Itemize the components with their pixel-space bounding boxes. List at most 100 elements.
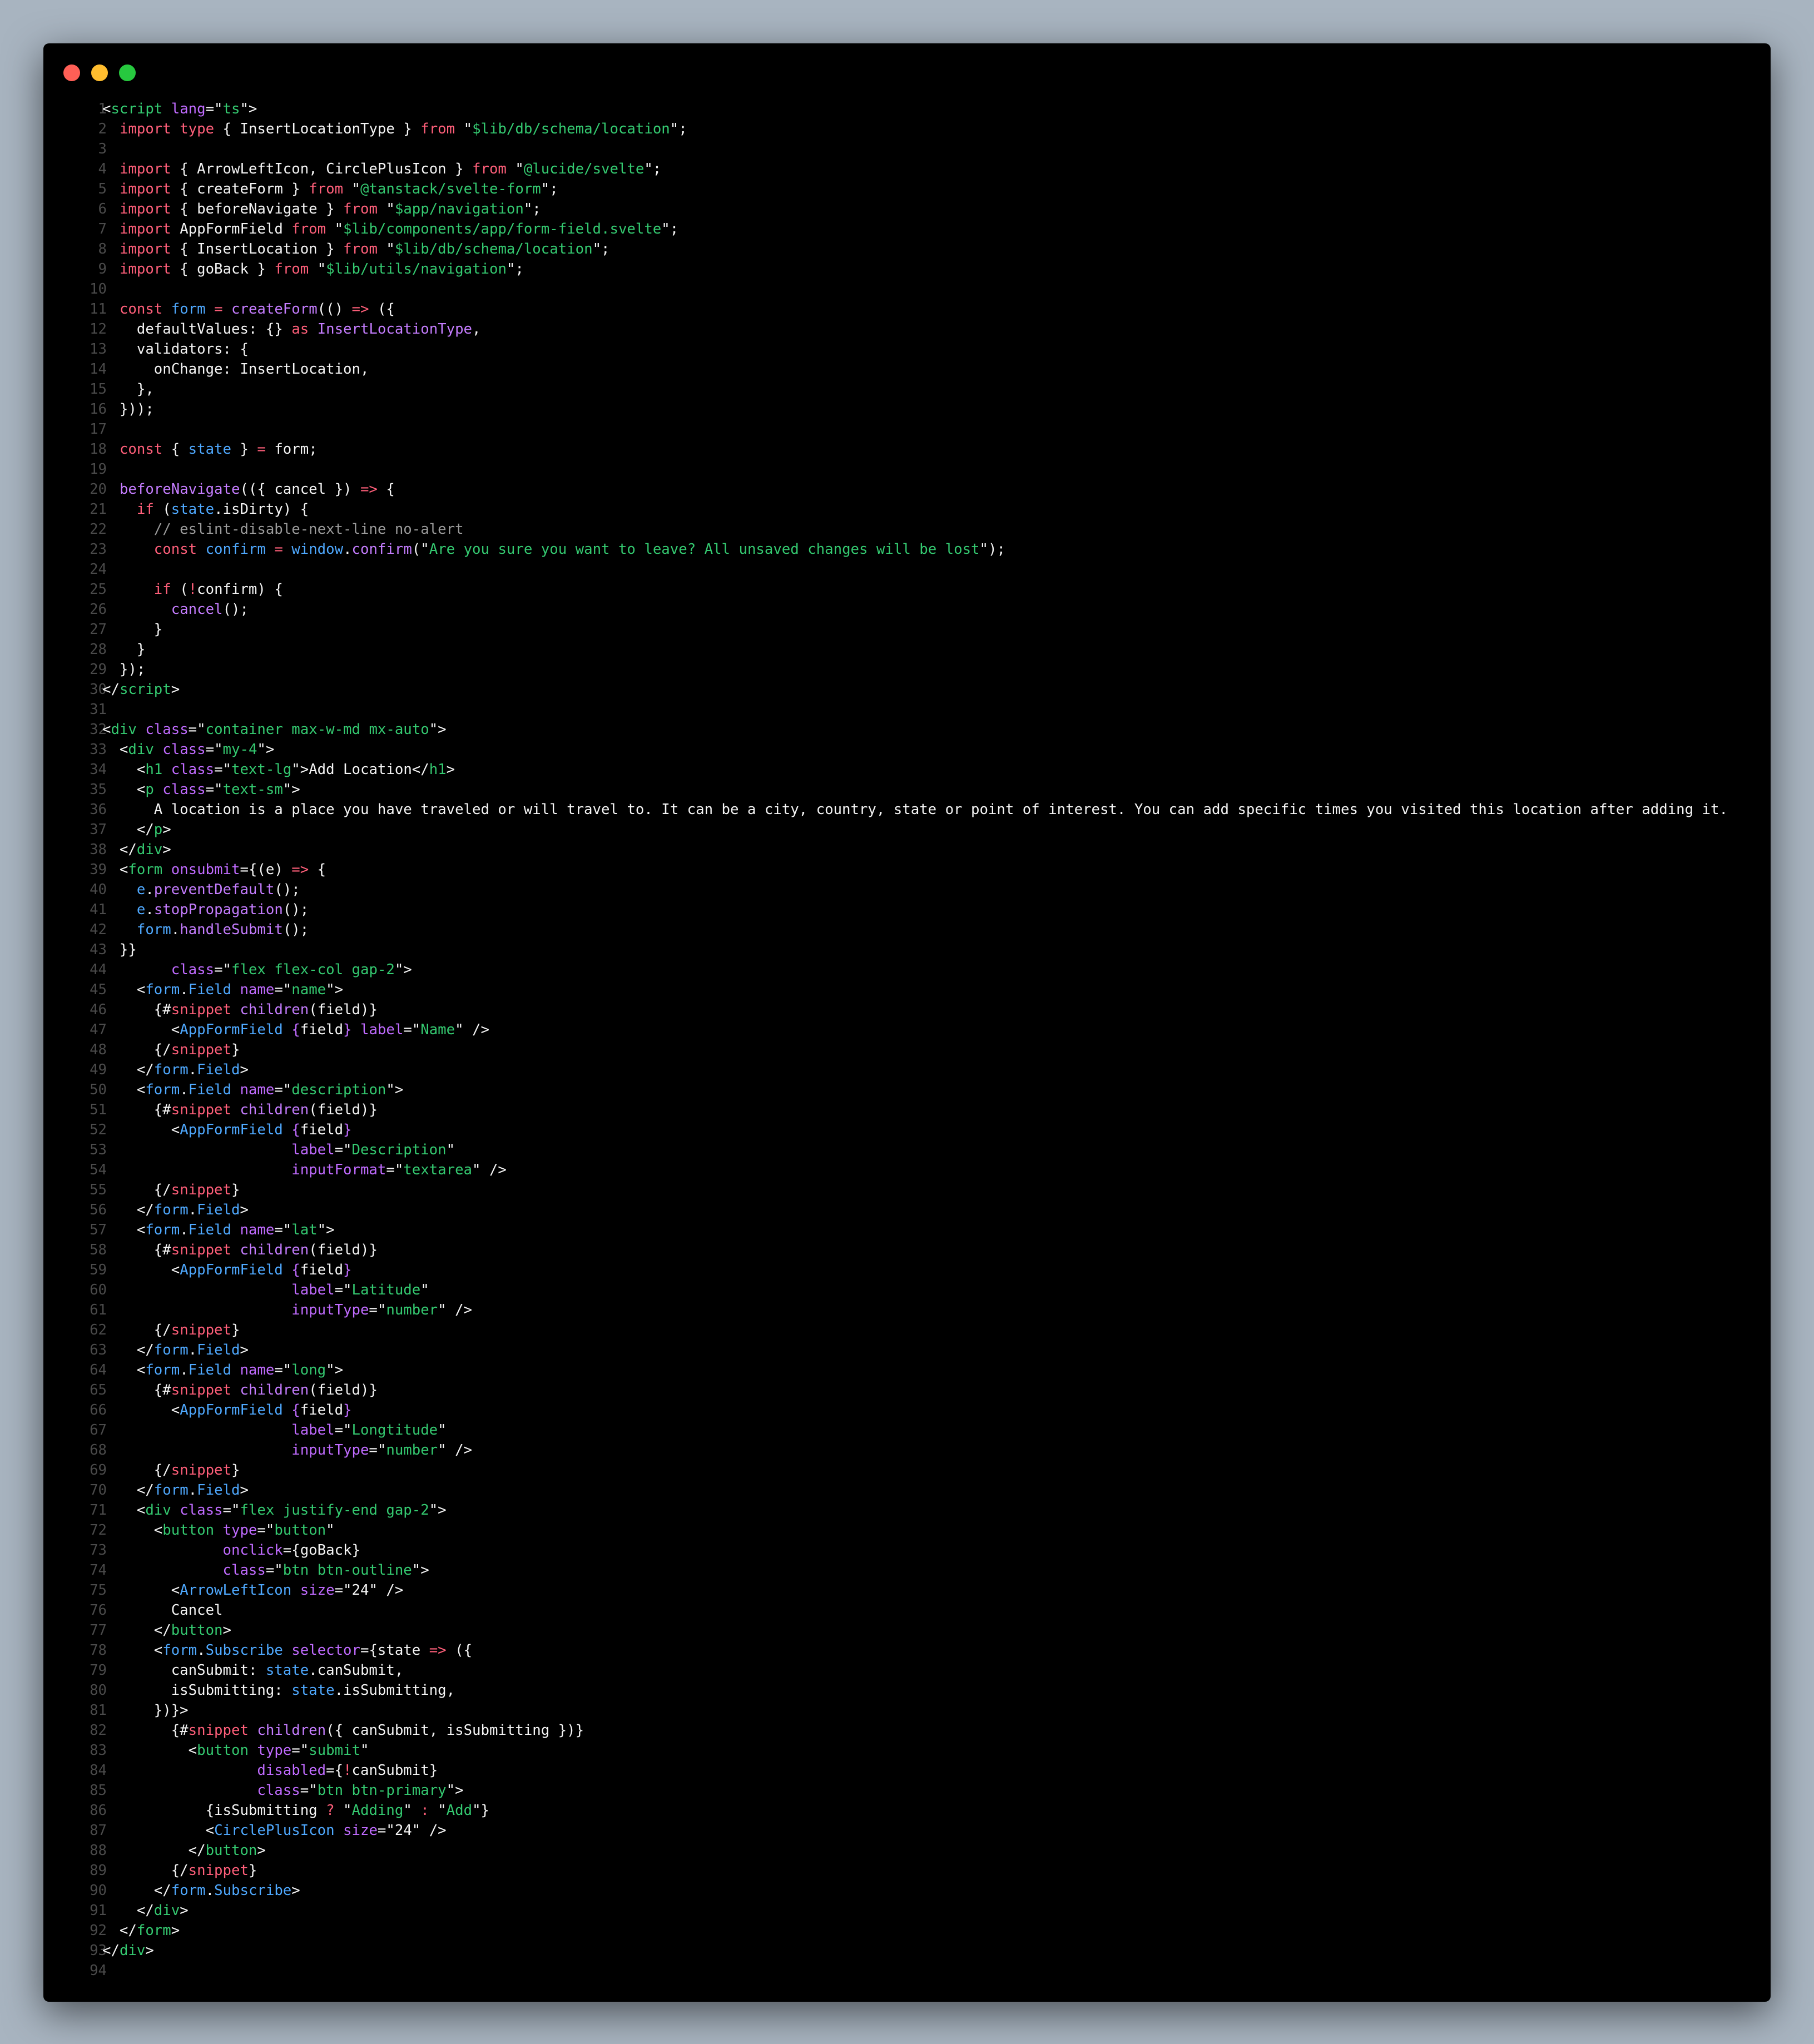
code-token: =": [291, 1742, 309, 1759]
code-token: >: [240, 1061, 249, 1078]
code-token: </: [102, 1482, 154, 1499]
code-token: =": [274, 1081, 292, 1098]
code-token: <: [102, 101, 111, 117]
code-line: 73 onclick={goBack}: [43, 1540, 1771, 1560]
code-token: ": [446, 1142, 455, 1158]
code-line: 60 label="Latitude": [43, 1280, 1771, 1300]
code-token: disabled: [257, 1762, 326, 1779]
code-text: inputType="number" />: [102, 1300, 472, 1320]
line-number: 48: [90, 1041, 107, 1058]
code-token: state: [265, 1662, 309, 1679]
code-token: {#: [102, 1242, 171, 1258]
line-number: 59: [90, 1262, 107, 1278]
code-token: from: [343, 241, 378, 257]
code-token: canSubmit:: [102, 1662, 266, 1679]
line-number: 8: [98, 241, 107, 257]
code-token: },: [102, 381, 154, 398]
code-token: ": [403, 1802, 421, 1819]
code-token: ": [343, 181, 360, 197]
line-number: 89: [90, 1862, 107, 1879]
code-token: $lib/db/schema/location: [472, 121, 670, 137]
code-text: </form.Field>: [102, 1480, 249, 1500]
code-token: isSubmitting:: [102, 1682, 292, 1699]
code-token: btn btn-primary: [317, 1782, 447, 1799]
code-token: .: [188, 1202, 197, 1218]
code-line: 51 {#snippet children(field)}: [43, 1100, 1771, 1120]
code-token: !: [343, 1762, 352, 1779]
code-token: <: [102, 1081, 146, 1098]
code-token: =": [334, 1422, 352, 1438]
code-token: </: [102, 821, 154, 838]
code-token: ">: [282, 781, 300, 798]
code-token: ">: [326, 981, 344, 998]
code-token: confirm) {: [197, 581, 283, 598]
code-token: }: [231, 441, 257, 458]
line-number: 47: [90, 1021, 107, 1038]
code-token: AppFormField: [180, 1262, 283, 1278]
code-text: </div>: [102, 840, 171, 860]
code-token: submit: [309, 1742, 360, 1759]
code-token: inputType: [291, 1302, 369, 1318]
line-number: 63: [90, 1342, 107, 1358]
code-token: ,: [472, 321, 481, 338]
code-token: <: [102, 861, 128, 878]
code-token: createForm: [231, 301, 318, 317]
code-token: children: [240, 1242, 309, 1258]
line-number: 54: [90, 1162, 107, 1178]
code-text: <form.Field name="name">: [102, 980, 343, 1000]
code-token: Description: [351, 1142, 447, 1158]
code-token: import: [119, 121, 171, 137]
line-number: 30: [90, 681, 107, 698]
code-line: 72 <button type="button": [43, 1520, 1771, 1540]
line-number: 82: [90, 1722, 107, 1739]
code-line: 63 </form.Field>: [43, 1340, 1771, 1360]
code-text: form.handleSubmit();: [102, 920, 309, 940]
code-token: =": [334, 1282, 352, 1298]
code-token: </: [102, 1342, 154, 1358]
code-token: const: [119, 441, 163, 458]
line-number: 3: [98, 141, 107, 157]
code-line: 38 </div>: [43, 840, 1771, 860]
code-token: (": [412, 541, 429, 558]
code-token: </: [102, 1942, 120, 1959]
line-number: 69: [90, 1462, 107, 1479]
code-token: Longtitude: [351, 1422, 438, 1438]
line-number: 91: [90, 1902, 107, 1919]
minimize-dot-icon[interactable]: [91, 65, 108, 81]
line-number: 88: [90, 1842, 107, 1859]
code-token: =": [300, 1782, 318, 1799]
code-line: 32 <div class="container max-w-md mx-auto…: [43, 720, 1771, 740]
line-number: 10: [90, 281, 107, 297]
code-token: from: [274, 261, 309, 277]
line-number: 9: [98, 261, 107, 277]
code-text: <div class="flex justify-end gap-2">: [102, 1500, 447, 1520]
line-number: 65: [90, 1382, 107, 1398]
line-number: 29: [90, 661, 107, 678]
line-number: 72: [90, 1522, 107, 1539]
code-token: {/: [102, 1462, 171, 1479]
code-line: 2 import type { InsertLocationType } fro…: [43, 119, 1771, 139]
close-dot-icon[interactable]: [63, 65, 80, 81]
code-token: ": [420, 1282, 429, 1298]
code-token: >: [446, 761, 455, 778]
code-line: 76 Cancel: [43, 1600, 1771, 1620]
code-token: .: [180, 1362, 189, 1378]
code-token: >: [240, 1342, 249, 1358]
code-editor[interactable]: 1 <script lang="ts"> 2 import type { Inser…: [43, 99, 1771, 1981]
maximize-dot-icon[interactable]: [119, 65, 136, 81]
code-token: class: [136, 721, 189, 738]
code-text: <script lang="ts">: [102, 99, 257, 119]
code-text: </p>: [102, 820, 171, 840]
line-number: 38: [90, 841, 107, 858]
code-line: 68 inputType="number" />: [43, 1440, 1771, 1460]
code-token: name: [231, 981, 275, 998]
code-token: >: [145, 1942, 154, 1959]
code-token: <: [102, 1021, 180, 1038]
code-token: ArrowLeftIcon: [180, 1582, 292, 1599]
code-token: =": [205, 741, 223, 758]
code-token: {isSubmitting: [102, 1802, 326, 1819]
